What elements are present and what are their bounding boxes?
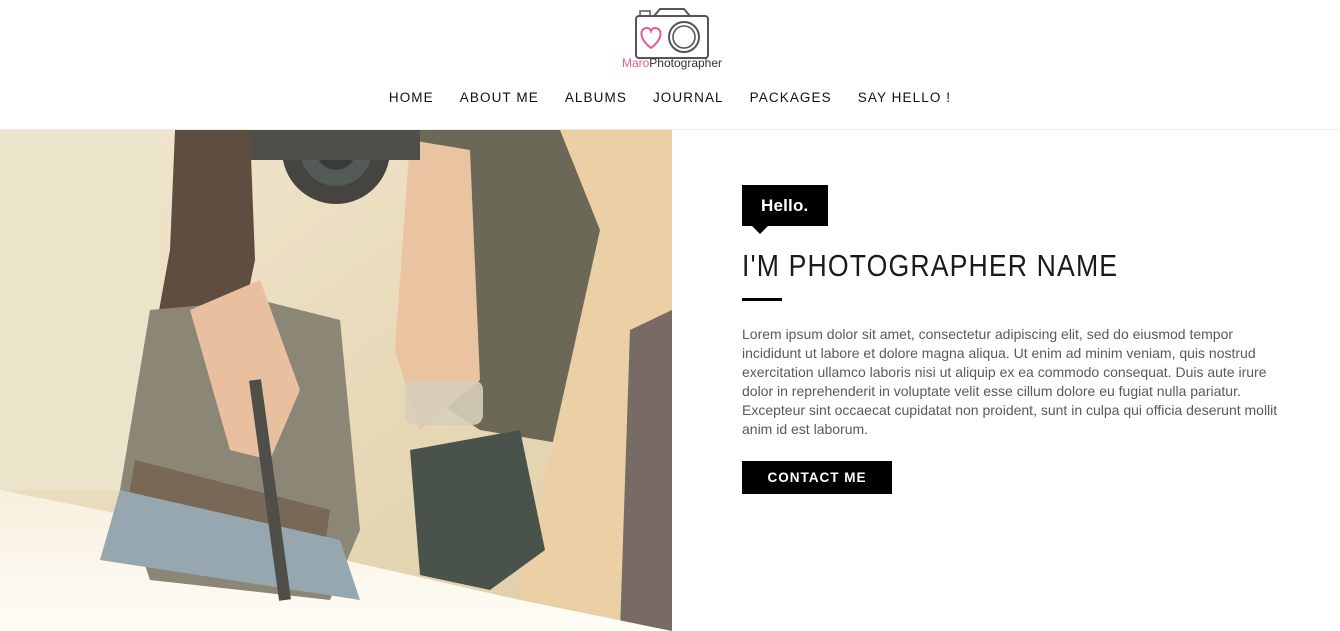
logo-text-part1: Maro bbox=[621, 56, 650, 70]
main-nav: HOME ABOUT ME ALBUMS JOURNAL PACKAGES SA… bbox=[0, 88, 1340, 108]
nav-item-say-hello[interactable]: SAY HELLO ! bbox=[858, 88, 951, 108]
title-underline bbox=[742, 298, 782, 301]
contact-me-button[interactable]: CONTACT ME bbox=[742, 461, 892, 494]
photographer-photo bbox=[0, 130, 672, 631]
camera-heart-icon bbox=[635, 8, 709, 59]
about-section: Hello. I'M PHOTOGRAPHER NAME Lorem ipsum… bbox=[742, 185, 1287, 494]
nav-item-about-me[interactable]: ABOUT ME bbox=[460, 88, 539, 108]
site-header: MaroPhotographer HOME ABOUT ME ALBUMS JO… bbox=[0, 0, 1340, 130]
about-paragraph: Lorem ipsum dolor sit amet, consectetur … bbox=[742, 326, 1278, 437]
nav-item-home[interactable]: HOME bbox=[389, 88, 434, 108]
site-logo[interactable]: MaroPhotographer bbox=[612, 4, 732, 74]
photographer-photo-illustration bbox=[0, 130, 672, 631]
nav-item-journal[interactable]: JOURNAL bbox=[653, 88, 724, 108]
page-title: I'M PHOTOGRAPHER NAME bbox=[742, 248, 1119, 283]
nav-item-albums[interactable]: ALBUMS bbox=[565, 88, 627, 108]
logo-wordmark: MaroPhotographer bbox=[612, 56, 732, 70]
hello-tag: Hello. bbox=[742, 185, 828, 234]
logo-text-part2: Photographer bbox=[649, 56, 723, 70]
nav-item-packages[interactable]: PACKAGES bbox=[750, 88, 832, 108]
